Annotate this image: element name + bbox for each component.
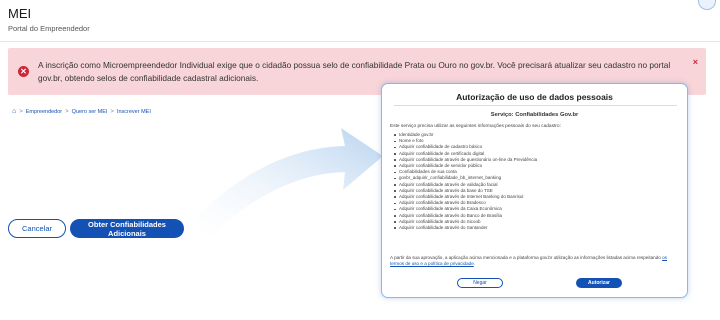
obtain-confiabilidades-button[interactable]: Obter Confiabilidades Adicionais bbox=[70, 219, 184, 238]
x-circle-icon: ✕ bbox=[18, 66, 29, 77]
modal-service: Serviço: Confiabilidades Gov.br bbox=[490, 112, 579, 118]
consent-suffix: . bbox=[473, 261, 476, 266]
breadcrumb-item-empreendedor[interactable]: Empreendedor bbox=[26, 109, 62, 115]
cancel-button[interactable]: Cancelar bbox=[8, 219, 66, 238]
close-icon[interactable]: × bbox=[693, 57, 698, 67]
alert-message: A inscrição como Microempreendedor Indiv… bbox=[38, 60, 671, 83]
breadcrumb-item-inscrever-mei[interactable]: Inscrever MEI bbox=[117, 109, 151, 115]
consent-text: A partir da sua aprovação, a aplicação a… bbox=[390, 255, 681, 267]
breadcrumb-item-quero-ser-mei[interactable]: Quero ser MEI bbox=[72, 109, 108, 115]
page-title: MEI bbox=[8, 6, 32, 21]
permissions-list: Identidade gov.br Nome e foto Adquirir con… bbox=[394, 132, 537, 231]
authorization-modal: Autorização de uso de dados pessoais Ser… bbox=[381, 83, 688, 298]
avatar[interactable] bbox=[698, 0, 716, 10]
page-subtitle: Portal do Empreendedor bbox=[8, 24, 90, 33]
deny-button[interactable]: Negar bbox=[457, 278, 503, 288]
divider bbox=[394, 105, 677, 106]
breadcrumb-separator: > bbox=[110, 108, 114, 115]
breadcrumb: ⌂ > Empreendedor > Quero ser MEI > Inscr… bbox=[12, 108, 151, 115]
modal-intro: Este serviço precisa utilizar as seguint… bbox=[390, 124, 561, 129]
breadcrumb-separator: > bbox=[65, 108, 69, 115]
list-item: Adquirir confiabilidade através do Santa… bbox=[394, 225, 537, 231]
home-icon[interactable]: ⌂ bbox=[12, 108, 16, 115]
arrow-icon bbox=[193, 128, 383, 238]
breadcrumb-separator: > bbox=[19, 108, 23, 115]
app-header: MEI Portal do Empreendedor bbox=[0, 0, 720, 42]
consent-prefix: A partir da sua aprovação, a aplicação a… bbox=[390, 255, 663, 260]
authorize-button[interactable]: Autorizar bbox=[576, 278, 622, 288]
modal-title: Autorização de uso de dados pessoais bbox=[456, 92, 613, 102]
